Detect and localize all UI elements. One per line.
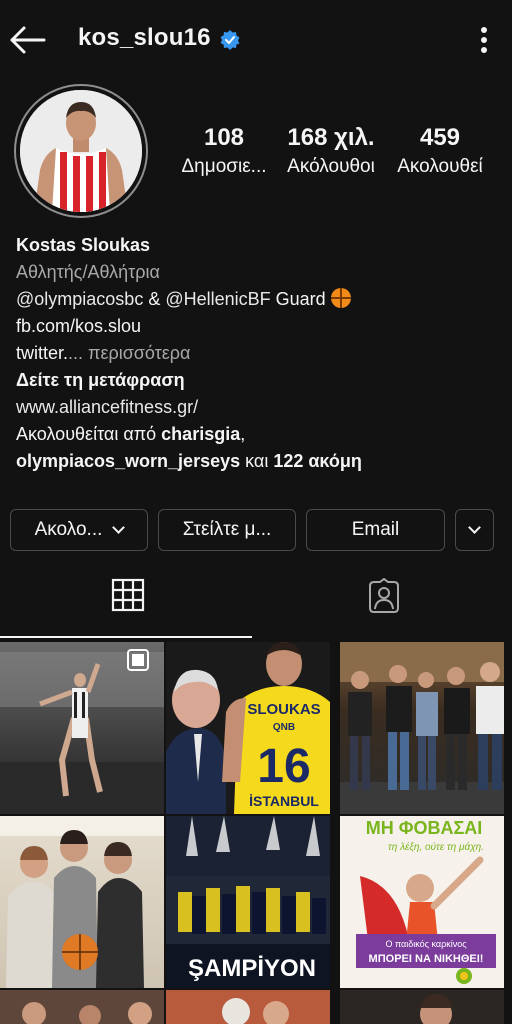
poster-banner-line-2: ΜΠΟΡΕΙ ΝΑ ΝΙΚΗΘΕΙ!	[369, 953, 484, 965]
profile-category: Αθλητής/Αθλήτρια	[16, 262, 160, 282]
post-thumbnail[interactable]: ΜΗ ΦΟΒΑΣΑΙ τη λέξη, ούτε τη μάχη. Ο παιδ…	[340, 816, 504, 988]
profile-full-name: Kostas Sloukas	[16, 235, 151, 255]
posts-count: 108	[203, 124, 245, 151]
profile-bio: Kostas Sloukas Αθλητής/Αθλήτρια @olympia…	[16, 232, 506, 475]
bio-facebook-line: fb.com/kos.slou	[16, 316, 142, 336]
post-image: ŞAMPİYON	[166, 816, 330, 988]
champion-text: ŞAMPİYON	[188, 955, 316, 982]
post-thumbnail[interactable]	[0, 816, 164, 988]
followed-by-prefix: Ακολουθείται από	[16, 424, 162, 444]
avatar[interactable]	[20, 90, 142, 212]
more-options-icon[interactable]	[468, 22, 500, 58]
message-button[interactable]: Στείλτε μ...	[158, 509, 296, 551]
see-translation-link[interactable]: Δείτε τη μετάφραση	[16, 367, 506, 394]
jersey-sponsor-text: QNB	[273, 722, 295, 733]
post-image	[166, 990, 330, 1024]
followed-by-user-1: charisgia	[161, 424, 241, 444]
post-thumbnail[interactable]: ŞAMPİYON	[166, 816, 330, 988]
posts-count-stat[interactable]: 108 Δημοσιε...	[172, 124, 276, 178]
following-count: 459	[419, 124, 461, 151]
following-dropdown-button[interactable]: Ακολο...	[10, 509, 148, 551]
post-image: ΜΗ ΦΟΒΑΣΑΙ τη λέξη, ούτε τη μάχη. Ο παιδ…	[340, 816, 504, 988]
verified-badge-icon	[220, 30, 240, 50]
post-image	[0, 816, 164, 988]
poster-title: ΜΗ ΦΟΒΑΣΑΙ	[366, 818, 483, 838]
following-label: Ακολουθεί	[397, 156, 483, 177]
post-image: SLOUKAS QNB 16 İSTANBUL	[166, 642, 330, 814]
top-bar: kos_slou16	[0, 0, 512, 80]
post-thumbnail[interactable]: SLOUKAS QNB 16 İSTANBUL	[166, 642, 330, 814]
post-thumbnail[interactable]	[340, 990, 504, 1024]
followers-count: 168 χιλ.	[287, 124, 375, 151]
followed-by-user-2: olympiacos_worn_jerseys	[16, 451, 241, 471]
post-image	[340, 642, 504, 814]
followed-by-line-2[interactable]: olympiacos_worn_jerseys και 122 ακόμη	[16, 448, 506, 475]
bio-line-mentions: @olympiacosbc & @HellenicBF Guard	[16, 286, 506, 313]
profile-username: kos_slou16	[78, 24, 211, 51]
post-thumbnail[interactable]	[166, 990, 330, 1024]
bio-twitter-text: twitter.	[16, 343, 69, 363]
grid-icon	[111, 578, 145, 612]
bio-role-text: Guard	[270, 289, 331, 309]
tagged-person-icon	[369, 578, 399, 613]
website-link[interactable]: www.alliancefitness.gr/	[16, 394, 506, 421]
active-tab-indicator	[0, 636, 252, 638]
following-button-label: Ακολο...	[34, 519, 103, 540]
chevron-down-icon	[468, 521, 481, 534]
post-thumbnail[interactable]	[0, 642, 164, 814]
followed-by-comma: ,	[240, 424, 246, 444]
email-button[interactable]: Email	[306, 509, 445, 551]
bio-twitter-line: twitter.... περισσότερα	[16, 340, 506, 367]
email-button-label: Email	[351, 519, 400, 540]
mention-hellenicbf[interactable]: @HellenicBF	[165, 289, 270, 309]
suggested-accounts-button[interactable]	[455, 509, 494, 551]
following-count-stat[interactable]: 459 Ακολουθεί	[386, 124, 494, 178]
back-arrow-icon[interactable]	[6, 18, 50, 62]
poster-subtitle: τη λέξη, ούτε τη μάχη.	[388, 841, 484, 853]
post-image	[0, 990, 164, 1024]
followed-by-line-1[interactable]: Ακολουθείται από charisgia,	[16, 421, 506, 448]
jersey-number-text: 16	[257, 740, 310, 793]
followers-label: Ακόλουθοι	[287, 156, 375, 177]
poster-banner-line-1: Ο παιδικός καρκίνος	[385, 939, 467, 949]
tab-posts-grid[interactable]	[0, 578, 256, 638]
jersey-city-text: İSTANBUL	[249, 793, 319, 809]
tab-tagged[interactable]	[256, 578, 512, 638]
basketball-emoji-icon	[330, 288, 351, 308]
chevron-down-icon	[112, 521, 126, 534]
bio-ampersand: &	[143, 289, 166, 309]
post-thumbnail[interactable]	[340, 642, 504, 814]
jersey-name-text: SLOUKAS	[247, 701, 320, 718]
post-thumbnail[interactable]	[0, 990, 164, 1024]
post-image	[340, 990, 504, 1024]
followed-by-more: 122 ακόμη	[273, 451, 362, 471]
post-image	[0, 649, 164, 814]
followers-count-stat[interactable]: 168 χιλ. Ακόλουθοι	[276, 124, 386, 178]
mention-olympiacosbc[interactable]: @olympiacosbc	[16, 289, 143, 309]
followed-by-and: και	[240, 451, 274, 471]
message-button-label: Στείλτε μ...	[182, 519, 272, 540]
see-more-link[interactable]: ... περισσότερα	[68, 343, 190, 363]
posts-label: Δημοσιε...	[181, 156, 267, 177]
